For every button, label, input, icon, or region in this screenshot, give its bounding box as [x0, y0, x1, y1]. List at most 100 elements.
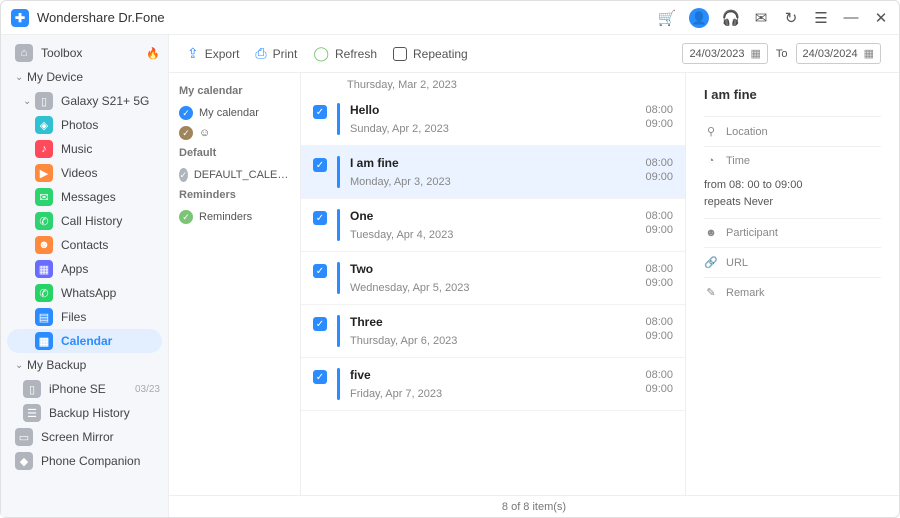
check-dot-icon: ✓ [179, 210, 193, 224]
history-icon[interactable]: ↻ [783, 10, 799, 26]
event-title: Three [350, 315, 635, 329]
sidebar-item-backup-history[interactable]: ☰Backup History [1, 401, 168, 425]
sidebar-item-music[interactable]: ♪Music [1, 137, 168, 161]
event-details-panel: I am fine ⚲Location ◔Time from 08: 00 to… [685, 73, 899, 495]
event-row[interactable]: ✓ HelloSunday, Apr 2, 2023 08:0009:00 [301, 93, 685, 146]
sidebar-item-apps[interactable]: ▦Apps [1, 257, 168, 281]
calendar-group-head: Reminders [179, 189, 290, 201]
sidebar-item-screen-mirror[interactable]: ▭Screen Mirror [1, 425, 168, 449]
list-icon[interactable]: ☰ [813, 10, 829, 26]
event-color-bar [337, 209, 340, 241]
event-color-bar [337, 156, 340, 188]
event-title: five [350, 368, 635, 382]
calendar-small-icon: ▦ [751, 47, 761, 60]
event-date: Friday, Apr 7, 2023 [350, 388, 635, 400]
call-icon: ✆ [35, 212, 53, 230]
sidebar-item-my-backup[interactable]: ⌄My Backup [1, 353, 168, 377]
sidebar-item-photos[interactable]: ◈Photos [1, 113, 168, 137]
support-icon[interactable]: 🎧 [723, 10, 739, 26]
detail-location: ⚲Location [704, 116, 881, 146]
titlebar-actions: 🛒 👤 🎧 ✉ ↻ ☰ — ✕ [659, 8, 889, 28]
chevron-down-icon: ⌄ [15, 72, 27, 83]
status-footer: 8 of 8 item(s) [169, 495, 899, 517]
event-checkbox[interactable]: ✓ [313, 211, 327, 225]
sidebar-item-iphone-se[interactable]: ▯iPhone SE03/23 [1, 377, 168, 401]
sidebar-item-contacts[interactable]: ☻Contacts [1, 233, 168, 257]
event-checkbox[interactable]: ✓ [313, 370, 327, 384]
sidebar-item-files[interactable]: ▤Files [1, 305, 168, 329]
detail-remark: ✎Remark [704, 277, 881, 307]
chevron-down-icon: ⌄ [23, 96, 35, 107]
sidebar-item-videos[interactable]: ▶Videos [1, 161, 168, 185]
chevron-down-icon: ⌄ [15, 360, 27, 371]
event-row[interactable]: ✓ Two Wednesday, Apr 5, 2023 08:0009:00 [301, 252, 685, 305]
event-date: Wednesday, Apr 5, 2023 [350, 282, 635, 294]
event-color-bar [337, 262, 340, 294]
date-range: 24/03/2023▦ To 24/03/2024▦ [682, 43, 881, 64]
print-button[interactable]: ⎙Print [255, 45, 297, 62]
calendar-item[interactable]: ✓My calendar [179, 103, 290, 123]
sidebar-item-messages[interactable]: ✉Messages [1, 185, 168, 209]
sidebar-item-galaxy[interactable]: ⌄ ▯ Galaxy S21+ 5G [1, 89, 168, 113]
event-times: 08:0009:00 [645, 209, 673, 238]
music-icon: ♪ [35, 140, 53, 158]
calendar-item[interactable]: ✓Reminders [179, 207, 290, 227]
calendar-icon: ▦ [35, 332, 53, 350]
event-row[interactable]: ✓ five Friday, Apr 7, 2023 08:0009:00 [301, 358, 685, 411]
event-title: One [350, 209, 635, 223]
phone-icon: ▯ [35, 92, 53, 110]
repeating-toggle[interactable]: Repeating [393, 47, 468, 61]
detail-title: I am fine [704, 87, 881, 102]
event-checkbox[interactable]: ✓ [313, 105, 327, 119]
date-to-input[interactable]: 24/03/2024▦ [796, 43, 881, 64]
content: ⇪Export ⎙Print ◯Refresh Repeating 24/03/… [169, 35, 899, 517]
event-checkbox[interactable]: ✓ [313, 158, 327, 172]
titlebar: ✚ Wondershare Dr.Fone 🛒 👤 🎧 ✉ ↻ ☰ — ✕ [1, 1, 899, 35]
minimize-icon[interactable]: — [843, 10, 859, 26]
calendar-small-icon: ▦ [864, 47, 874, 60]
calendar-item[interactable]: ✓DEFAULT_CALENDAR_NAME [179, 165, 290, 185]
sidebar-item-my-device[interactable]: ⌄ My Device [1, 65, 168, 89]
location-icon: ⚲ [704, 125, 718, 138]
event-row[interactable]: ✓ OneTuesday, Apr 4, 2023 08:0009:00 [301, 199, 685, 252]
cart-icon[interactable]: 🛒 [659, 10, 675, 26]
columns: My calendar ✓My calendar ✓☺ Default ✓DEF… [169, 73, 899, 495]
calendar-item[interactable]: ✓☺ [179, 123, 290, 143]
event-times: 08:0009:00 [645, 156, 673, 185]
phone-companion-icon: ◆ [15, 452, 33, 470]
event-color-bar [337, 368, 340, 400]
print-icon: ⎙ [255, 45, 266, 62]
refresh-button[interactable]: ◯Refresh [313, 45, 377, 62]
date-from-input[interactable]: 24/03/2023▦ [682, 43, 767, 64]
refresh-icon: ◯ [313, 45, 329, 62]
mail-icon[interactable]: ✉ [753, 10, 769, 26]
event-times: 08:0009:00 [645, 262, 673, 291]
participant-icon: ☻ [704, 227, 718, 239]
event-checkbox[interactable]: ✓ [313, 317, 327, 331]
event-times: 08:0009:00 [645, 315, 673, 344]
sidebar-item-whatsapp[interactable]: ✆WhatsApp [1, 281, 168, 305]
link-icon: 🔗 [704, 256, 718, 269]
close-icon[interactable]: ✕ [873, 10, 889, 26]
event-row[interactable]: ✓ I am fine Monday, Apr 3, 2023 08:0009:0… [301, 146, 685, 199]
user-avatar-icon[interactable]: 👤 [689, 8, 709, 28]
event-title: Two [350, 262, 635, 276]
event-date: Monday, Apr 3, 2023 [350, 176, 635, 188]
export-icon: ⇪ [187, 45, 199, 62]
calendar-list-panel: My calendar ✓My calendar ✓☺ Default ✓DEF… [169, 73, 301, 495]
main-area: ⌂ Toolbox 🔥 ⌄ My Device ⌄ ▯ Galaxy S21+ … [1, 35, 899, 517]
calendar-group-head: Default [179, 147, 290, 159]
sidebar-item-call-history[interactable]: ✆Call History [1, 209, 168, 233]
export-button[interactable]: ⇪Export [187, 45, 239, 62]
event-color-bar [337, 315, 340, 347]
sidebar-item-phone-companion[interactable]: ◆Phone Companion [1, 449, 168, 473]
detail-participant: ☻Participant [704, 218, 881, 247]
event-list[interactable]: Thursday, Mar 2, 2023 ✓ HelloSunday, Apr… [301, 73, 685, 495]
event-title: I am fine [350, 156, 635, 170]
event-date: Thursday, Apr 6, 2023 [350, 335, 635, 347]
event-checkbox[interactable]: ✓ [313, 264, 327, 278]
sidebar-item-calendar[interactable]: ▦Calendar [7, 329, 162, 353]
event-times: 08:0009:00 [645, 368, 673, 397]
sidebar-item-toolbox[interactable]: ⌂ Toolbox 🔥 [1, 41, 168, 65]
event-row[interactable]: ✓ Three Thursday, Apr 6, 2023 08:0009:00 [301, 305, 685, 358]
